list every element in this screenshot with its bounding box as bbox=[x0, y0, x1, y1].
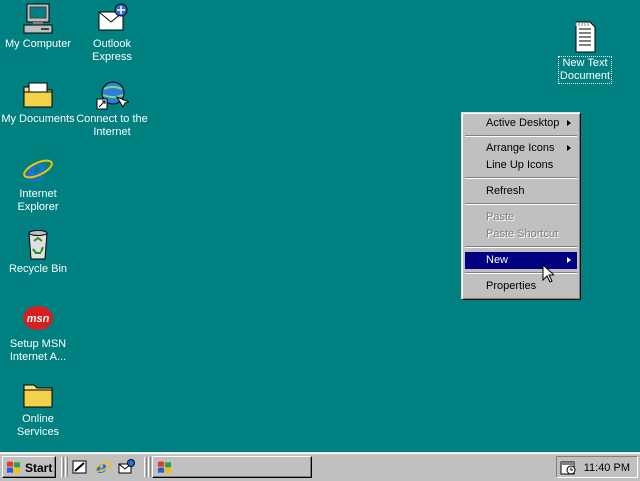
menu-item-refresh[interactable]: Refresh bbox=[465, 183, 577, 200]
connect-internet-icon bbox=[95, 77, 131, 111]
menu-item-label: Paste bbox=[486, 211, 515, 223]
scheduler-tray-icon[interactable] bbox=[560, 459, 576, 475]
submenu-arrow-icon bbox=[567, 145, 571, 151]
menu-item-label: Arrange Icons bbox=[486, 142, 555, 154]
menu-item-new[interactable]: New bbox=[465, 252, 577, 269]
menu-separator bbox=[465, 246, 577, 248]
menu-separator bbox=[465, 177, 577, 179]
folder-icon bbox=[21, 377, 55, 411]
toolbar-grip bbox=[65, 457, 68, 477]
mouse-cursor-icon bbox=[542, 264, 554, 283]
menu-item-label: Refresh bbox=[486, 185, 525, 197]
menu-item-paste[interactable]: Paste bbox=[465, 209, 577, 226]
start-button[interactable]: Start bbox=[2, 456, 56, 478]
internet-explorer-icon[interactable]: e bbox=[94, 458, 112, 478]
desktop-icon-setup-msn[interactable]: msn Setup MSN Internet A... bbox=[0, 302, 77, 364]
desktop-icon-connect-internet[interactable]: Connect to the Internet bbox=[73, 77, 151, 139]
submenu-arrow-icon bbox=[567, 257, 571, 263]
desktop-icon-label: My Computer bbox=[4, 38, 72, 50]
menu-item-label: Paste Shortcut bbox=[486, 228, 559, 240]
menu-item-line-up-icons[interactable]: Line Up Icons bbox=[465, 157, 577, 174]
toolbar-grip[interactable] bbox=[144, 457, 147, 477]
desktop-icon-label: Connect to the Internet bbox=[76, 113, 148, 138]
svg-text:msn: msn bbox=[27, 313, 50, 325]
desktop-icon-recycle-bin[interactable]: Recycle Bin bbox=[0, 227, 77, 276]
menu-separator bbox=[465, 203, 577, 205]
svg-text:e: e bbox=[26, 152, 46, 186]
desktop-icon-label: Setup MSN Internet A... bbox=[9, 338, 67, 363]
menu-item-properties[interactable]: Properties bbox=[465, 278, 577, 295]
desktop-icon-label: My Documents bbox=[1, 113, 75, 125]
desktop-icon-internet-explorer[interactable]: e Internet Explorer bbox=[0, 151, 77, 214]
folder-icon bbox=[21, 77, 55, 111]
toolbar-grip bbox=[148, 457, 151, 477]
show-desktop-icon[interactable] bbox=[71, 458, 89, 476]
desktop-icon-label: Outlook Express bbox=[92, 38, 132, 63]
desktop-icon-my-documents[interactable]: My Documents bbox=[0, 77, 77, 126]
desktop-context-menu: Active Desktop Arrange Icons Line Up Ico… bbox=[461, 112, 581, 300]
desktop-icon-outlook-express[interactable]: Outlook Express bbox=[73, 2, 151, 64]
menu-separator bbox=[465, 272, 577, 274]
desktop-icon-my-computer[interactable]: My Computer bbox=[0, 2, 77, 51]
recycle-bin-icon bbox=[21, 227, 55, 261]
menu-item-active-desktop[interactable]: Active Desktop bbox=[465, 115, 577, 132]
windows-logo-icon bbox=[7, 461, 20, 474]
desktop-icon-label: Online Services bbox=[16, 413, 60, 438]
menu-item-label: Active Desktop bbox=[486, 117, 560, 129]
menu-item-paste-shortcut[interactable]: Paste Shortcut bbox=[465, 226, 577, 243]
toolbar-grip[interactable] bbox=[61, 457, 64, 477]
desktop-icon-online-services[interactable]: Online Services bbox=[0, 377, 77, 439]
menu-item-arrange-icons[interactable]: Arrange Icons bbox=[465, 140, 577, 157]
start-button-label: Start bbox=[25, 461, 53, 475]
taskbar-clock[interactable]: 11:40 PM bbox=[584, 462, 630, 474]
menu-item-label: New bbox=[486, 254, 509, 266]
taskbar-window-button[interactable] bbox=[152, 456, 312, 478]
menu-item-label: Line Up Icons bbox=[486, 159, 554, 171]
desktop-icon-label: New Text Document bbox=[557, 56, 613, 84]
text-document-icon bbox=[568, 20, 602, 54]
system-tray: 11:40 PM bbox=[556, 456, 638, 478]
menu-separator bbox=[465, 135, 577, 137]
submenu-arrow-icon bbox=[567, 120, 571, 126]
menu-item-label: Properties bbox=[486, 280, 537, 292]
desktop-icon-new-text-document[interactable]: New Text Document bbox=[546, 20, 624, 84]
internet-explorer-icon: e bbox=[21, 151, 55, 189]
my-computer-icon bbox=[21, 2, 55, 36]
outlook-express-icon[interactable] bbox=[117, 458, 135, 476]
taskbar: Start e 11:40 PM bbox=[0, 452, 640, 481]
desktop-icon-label: Internet Explorer bbox=[17, 188, 59, 213]
msn-icon: msn bbox=[21, 302, 55, 336]
outlook-express-icon bbox=[95, 2, 129, 36]
window-app-icon bbox=[158, 461, 171, 474]
desktop-icon-label: Recycle Bin bbox=[8, 263, 68, 275]
